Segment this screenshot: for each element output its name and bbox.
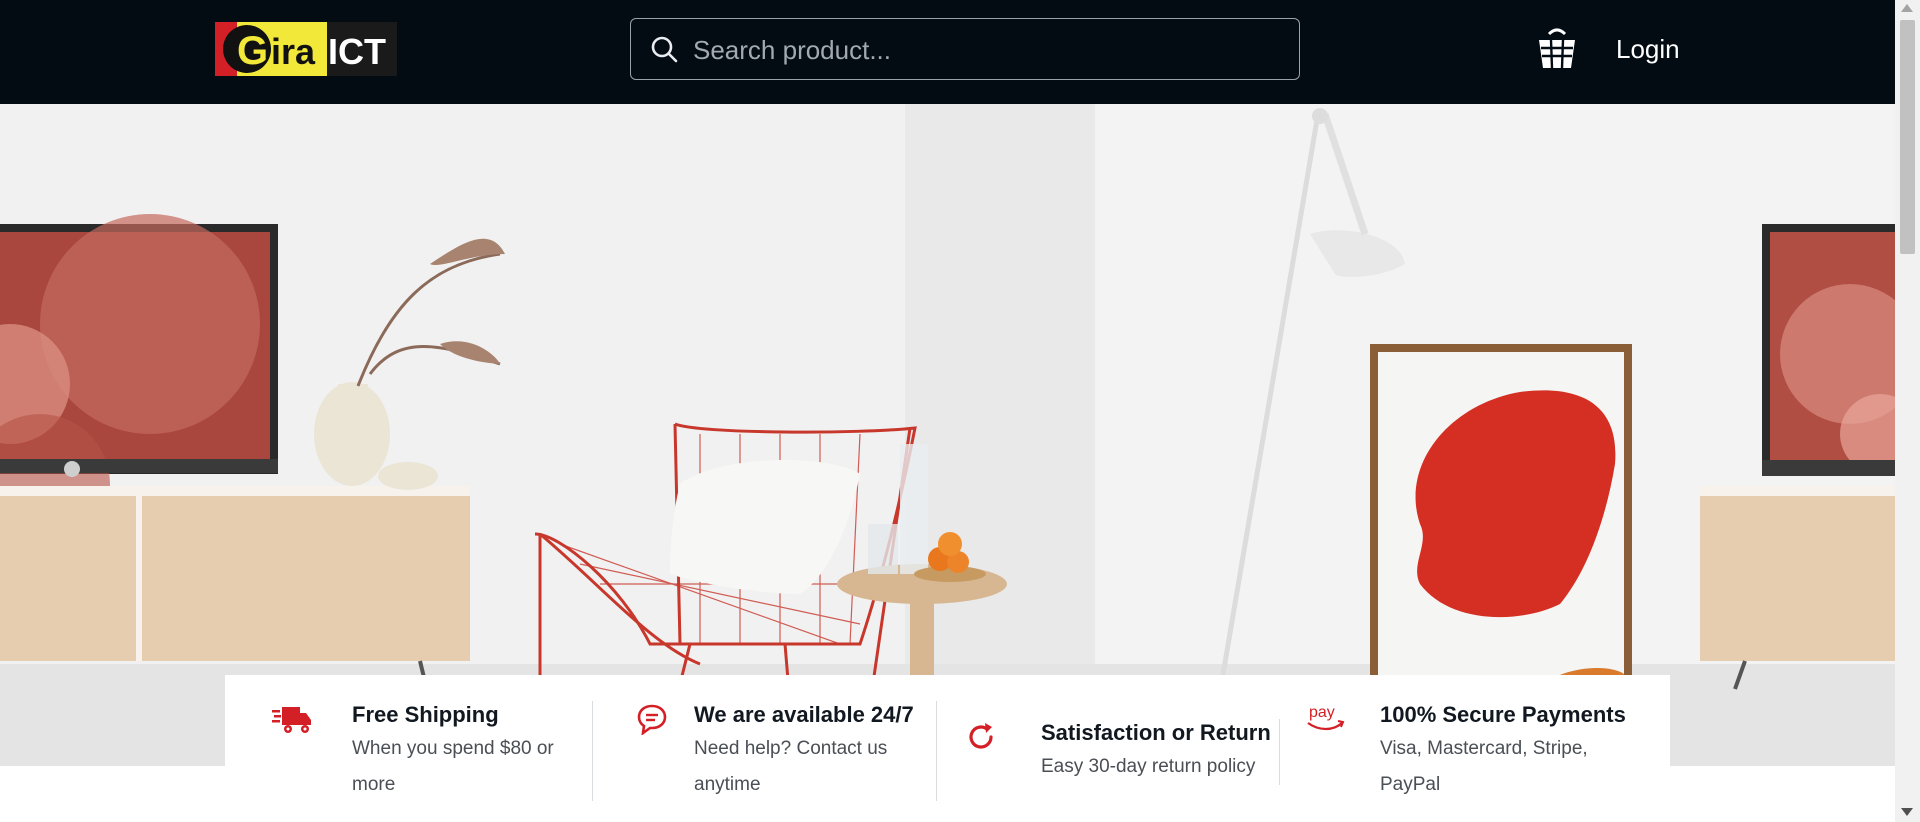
hero-image: [0, 104, 1895, 766]
features-strip: Free Shipping When you spend $80 or more…: [225, 675, 1670, 822]
feature-free-shipping: Free Shipping When you spend $80 or more: [225, 675, 593, 822]
logo-text-left: ira: [271, 31, 316, 72]
chat-bubble-icon: [637, 704, 667, 735]
login-link[interactable]: Login: [1616, 32, 1680, 66]
feature-description: Visa, Mastercard, Stripe, PayPal: [1380, 738, 1588, 795]
feature-description: Easy 30-day return policy: [1041, 756, 1256, 777]
feature-title: 100% Secure Payments: [1380, 702, 1626, 727]
search-icon[interactable]: [649, 34, 679, 64]
feature-returns: Satisfaction or Return Easy 30-day retur…: [937, 675, 1279, 822]
logo-g: G: [237, 29, 268, 73]
feature-description: Need help? Contact us anytime: [694, 738, 888, 795]
feature-title: We are available 24/7: [694, 702, 914, 727]
refresh-icon: [969, 723, 993, 749]
hero-banner: [0, 104, 1895, 766]
scroll-down-arrow[interactable]: [1901, 808, 1913, 816]
site-logo[interactable]: G ira ICT: [215, 22, 397, 76]
feature-description: When you spend $80 or more: [352, 738, 554, 795]
feature-secure-payments: pay 100% Secure Payments Visa, Mastercar…: [1280, 675, 1670, 822]
logo-graphic: G ira ICT: [215, 22, 397, 76]
delivery-truck-icon: [272, 707, 311, 733]
search-input[interactable]: [691, 19, 1285, 81]
scroll-thumb[interactable]: [1900, 20, 1915, 254]
search-box: [630, 18, 1300, 81]
feature-title: Free Shipping: [352, 702, 499, 727]
basket-icon[interactable]: [1535, 28, 1579, 70]
feature-title: Satisfaction or Return: [1041, 720, 1271, 745]
pay-icon-label: pay: [1309, 704, 1335, 721]
logo-text-right: ICT: [328, 31, 386, 72]
amazon-pay-icon: pay: [1307, 704, 1345, 731]
feature-support: We are available 24/7 Need help? Contact…: [593, 675, 936, 822]
site-header: G ira ICT Login: [0, 0, 1895, 104]
page-scrollbar[interactable]: [1895, 0, 1920, 822]
scroll-up-arrow[interactable]: [1901, 4, 1913, 12]
